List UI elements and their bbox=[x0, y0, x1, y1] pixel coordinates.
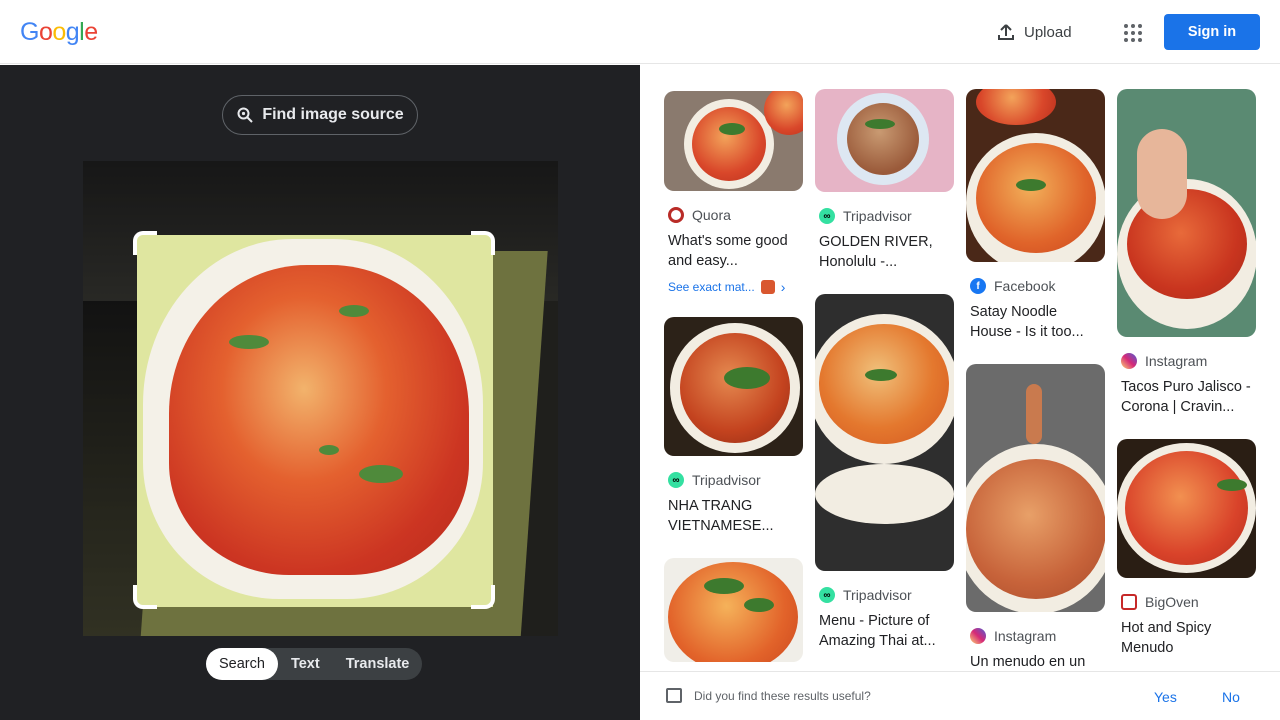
top-bar: Google Upload Sign in bbox=[0, 0, 1280, 64]
result-source[interactable]: Instagram bbox=[1117, 351, 1257, 371]
upload-icon bbox=[998, 24, 1014, 40]
logo-letter: o bbox=[38, 18, 53, 46]
result-thumbnail[interactable] bbox=[966, 89, 1105, 262]
result-source[interactable]: ∞ Tripadvisor bbox=[815, 206, 955, 226]
result-card[interactable] bbox=[664, 558, 804, 662]
find-image-source-label: Find image source bbox=[262, 106, 404, 123]
result-card[interactable]: f Facebook Satay Noodle House - Is it to… bbox=[966, 89, 1106, 342]
see-exact-matches-label: See exact mat... bbox=[668, 280, 755, 294]
result-thumbnail[interactable] bbox=[664, 91, 803, 191]
find-image-source-button[interactable]: Find image source bbox=[222, 95, 418, 135]
result-card[interactable]: BigOven Hot and Spicy Menudo bbox=[1117, 439, 1257, 658]
result-card[interactable]: ∞ Tripadvisor NHA TRANG VIETNAMESE... bbox=[664, 317, 804, 536]
logo-letter: o bbox=[52, 18, 66, 46]
result-source[interactable]: BigOven bbox=[1117, 592, 1257, 612]
crop-handle-bottom-right[interactable] bbox=[471, 585, 495, 609]
tab-search[interactable]: Search bbox=[206, 648, 278, 680]
upload-button[interactable]: Upload bbox=[990, 16, 1078, 48]
feedback-icon bbox=[666, 688, 682, 703]
crop-handle-top-right[interactable] bbox=[471, 231, 495, 255]
feedback-bar: Did you find these results useful? Yes N… bbox=[640, 671, 1280, 720]
result-thumbnail[interactable] bbox=[1117, 89, 1256, 337]
result-title[interactable]: Tacos Puro Jalisco - Corona | Cravin... bbox=[1117, 377, 1253, 417]
result-card[interactable]: ∞ Tripadvisor GOLDEN RIVER, Honolulu -..… bbox=[815, 89, 955, 272]
result-source[interactable]: ∞ Tripadvisor bbox=[815, 585, 955, 605]
source-name: Facebook bbox=[994, 278, 1056, 294]
bigoven-icon bbox=[1121, 594, 1137, 610]
result-source[interactable]: Quora bbox=[664, 205, 804, 225]
apps-grid-icon[interactable] bbox=[1118, 18, 1146, 46]
result-title[interactable]: Menu - Picture of Amazing Thai at... bbox=[815, 611, 951, 651]
result-title[interactable]: What's some good and easy... bbox=[664, 231, 800, 271]
result-thumbnail[interactable] bbox=[664, 317, 803, 456]
results-panel: Quora What's some good and easy... See e… bbox=[640, 65, 1280, 720]
tripadvisor-icon: ∞ bbox=[668, 472, 684, 488]
upload-label: Upload bbox=[1024, 23, 1072, 41]
tab-translate[interactable]: Translate bbox=[333, 648, 423, 680]
result-title[interactable]: Hot and Spicy Menudo bbox=[1117, 618, 1253, 658]
lens-search-icon bbox=[237, 107, 254, 123]
source-name: Tripadvisor bbox=[843, 587, 912, 603]
tripadvisor-icon: ∞ bbox=[819, 208, 835, 224]
logo-letter: G bbox=[20, 18, 39, 46]
results-column: f Facebook Satay Noodle House - Is it to… bbox=[966, 89, 1106, 672]
crop-handle-bottom-left[interactable] bbox=[133, 585, 157, 609]
result-thumbnail[interactable] bbox=[966, 364, 1105, 612]
google-logo[interactable]: Google bbox=[20, 18, 98, 47]
facebook-icon: f bbox=[970, 278, 986, 294]
chevron-right-icon: › bbox=[780, 279, 786, 295]
logo-letter: g bbox=[65, 18, 80, 46]
feedback-question: Did you find these results useful? bbox=[694, 689, 871, 703]
result-title[interactable]: Satay Noodle House - Is it too... bbox=[966, 302, 1102, 342]
crop-selection[interactable] bbox=[137, 235, 493, 607]
source-name: Quora bbox=[692, 207, 731, 223]
query-image-panel: Find image source Search Text Translate bbox=[0, 65, 640, 720]
result-card[interactable]: Instagram Un menudo en un bbox=[966, 364, 1106, 672]
tab-text[interactable]: Text bbox=[278, 648, 333, 680]
result-thumbnail[interactable] bbox=[1117, 439, 1256, 578]
source-name: Instagram bbox=[994, 628, 1057, 644]
quora-icon bbox=[668, 207, 684, 223]
tripadvisor-icon: ∞ bbox=[819, 587, 835, 603]
result-card[interactable]: Quora What's some good and easy... See e… bbox=[664, 91, 804, 295]
see-exact-matches-link[interactable]: See exact mat... › bbox=[664, 279, 804, 295]
result-source[interactable]: ∞ Tripadvisor bbox=[664, 470, 804, 490]
source-name: BigOven bbox=[1145, 594, 1199, 610]
query-image[interactable] bbox=[83, 161, 558, 636]
result-card[interactable]: Instagram Tacos Puro Jalisco - Corona | … bbox=[1117, 89, 1257, 417]
instagram-icon bbox=[970, 628, 986, 644]
results-column: ∞ Tripadvisor GOLDEN RIVER, Honolulu -..… bbox=[815, 89, 955, 651]
crop-handle-top-left[interactable] bbox=[133, 231, 157, 255]
feedback-no-button[interactable]: No bbox=[1222, 689, 1240, 705]
exact-match-thumbnail bbox=[760, 280, 775, 294]
results-column: Quora What's some good and easy... See e… bbox=[664, 91, 804, 662]
result-thumbnail[interactable] bbox=[815, 294, 954, 571]
source-name: Tripadvisor bbox=[692, 472, 761, 488]
source-name: Instagram bbox=[1145, 353, 1208, 369]
lens-mode-tabs: Search Text Translate bbox=[206, 648, 423, 680]
instagram-icon bbox=[1121, 353, 1137, 369]
result-card[interactable]: ∞ Tripadvisor Menu - Picture of Amazing … bbox=[815, 294, 955, 651]
results-column: Instagram Tacos Puro Jalisco - Corona | … bbox=[1117, 89, 1257, 658]
result-thumbnail[interactable] bbox=[664, 558, 803, 662]
logo-letter: e bbox=[84, 18, 98, 46]
sign-in-button[interactable]: Sign in bbox=[1164, 14, 1260, 50]
source-name: Tripadvisor bbox=[843, 208, 912, 224]
feedback-yes-button[interactable]: Yes bbox=[1154, 689, 1177, 705]
result-title[interactable]: GOLDEN RIVER, Honolulu -... bbox=[815, 232, 951, 272]
result-source[interactable]: Instagram bbox=[966, 626, 1106, 646]
result-title[interactable]: Un menudo en un bbox=[966, 652, 1102, 672]
result-title[interactable]: NHA TRANG VIETNAMESE... bbox=[664, 496, 800, 536]
result-thumbnail[interactable] bbox=[815, 89, 954, 192]
result-source[interactable]: f Facebook bbox=[966, 276, 1106, 296]
